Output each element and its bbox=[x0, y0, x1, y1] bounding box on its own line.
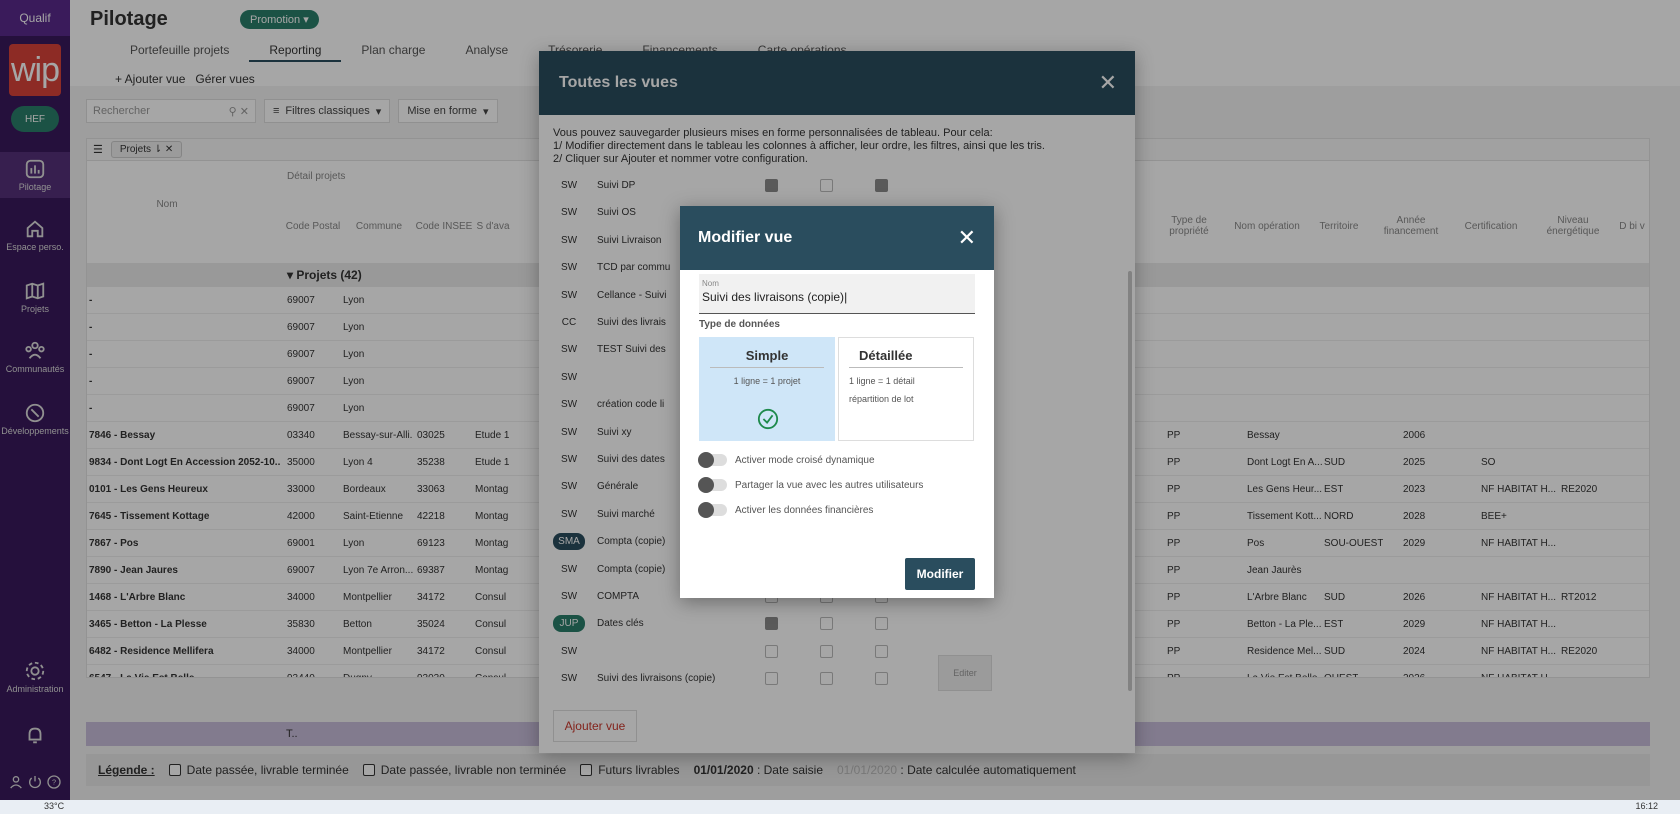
toggle-label: Partager la vue avec les autres utilisat… bbox=[735, 479, 924, 491]
toggle-switch[interactable] bbox=[698, 452, 727, 468]
view-name-label: Nom bbox=[702, 279, 719, 288]
view-name-value: Suivi des livraisons (copie)| bbox=[702, 290, 848, 304]
edit-view-modal-title: Modifier vue bbox=[698, 229, 793, 246]
view-name-field[interactable]: Nom Suivi des livraisons (copie)| bbox=[699, 274, 975, 314]
edit-view-modal: Modifier vue ✕ Nom Suivi des livraisons … bbox=[680, 206, 994, 598]
toggle-pivot-mode[interactable]: Activer mode croisé dynamique bbox=[698, 452, 875, 468]
toggle-switch[interactable] bbox=[698, 477, 727, 493]
toggle-financial-data[interactable]: Activer les données financières bbox=[698, 502, 874, 518]
os-taskbar: 33°C 16:12 bbox=[0, 800, 1680, 814]
data-type-detail-card[interactable]: Détaillée 1 ligne = 1 détail répartition… bbox=[838, 337, 974, 441]
edit-view-modal-header: Modifier vue ✕ bbox=[680, 206, 994, 270]
toggle-share-view[interactable]: Partager la vue avec les autres utilisat… bbox=[698, 477, 924, 493]
modify-button[interactable]: Modifier bbox=[905, 558, 975, 590]
view-name-text: Suivi des livraisons (copie) bbox=[702, 290, 845, 304]
detail-desc1: 1 ligne = 1 détail bbox=[849, 376, 915, 386]
simple-desc: 1 ligne = 1 projet bbox=[733, 376, 801, 386]
detail-title: Détaillée bbox=[849, 348, 963, 368]
close-icon[interactable]: ✕ bbox=[958, 225, 976, 251]
check-circle-icon bbox=[757, 408, 779, 430]
toggle-switch[interactable] bbox=[698, 502, 727, 518]
simple-title: Simple bbox=[710, 348, 824, 368]
data-type-simple-card[interactable]: Simple 1 ligne = 1 projet bbox=[699, 337, 835, 441]
toggle-label: Activer mode croisé dynamique bbox=[735, 454, 875, 466]
data-type-label: Type de données bbox=[699, 319, 780, 330]
weather-widget[interactable]: 33°C bbox=[44, 801, 64, 811]
toggle-label: Activer les données financières bbox=[735, 504, 874, 516]
clock[interactable]: 16:12 bbox=[1635, 801, 1658, 811]
detail-desc2: répartition de lot bbox=[849, 394, 914, 404]
